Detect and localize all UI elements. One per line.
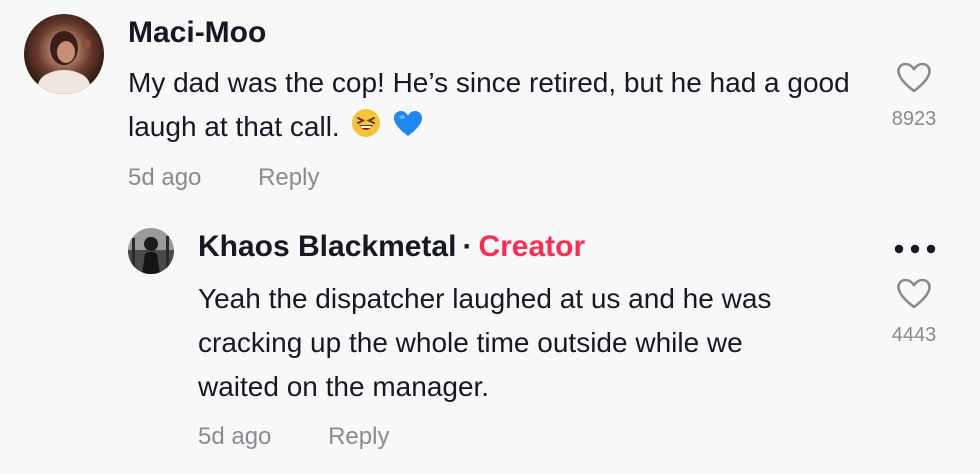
reply-button[interactable]: Reply: [258, 164, 319, 192]
reply-text-line: Yeah the dispatcher laughed at us and he…: [198, 283, 772, 314]
reply-button[interactable]: Reply: [328, 423, 389, 451]
more-options-button[interactable]: [893, 242, 937, 261]
avatar[interactable]: [128, 228, 174, 274]
like-count: 8923: [891, 108, 937, 130]
comment-age: 5d ago: [128, 164, 202, 191]
reply-age: 5d ago: [198, 423, 272, 450]
comment-text: My dad was the cop! He’s since retired, …: [128, 61, 868, 151]
like-button[interactable]: 8923: [878, 62, 950, 131]
grinning-squinting-face-icon: [351, 107, 381, 151]
avatar[interactable]: [24, 14, 104, 94]
reply-author-line: Khaos Blackmetal · Creator: [198, 230, 585, 264]
heart-outline-icon: [878, 278, 950, 310]
reply-text-line: cracking up the whole time outside while…: [198, 327, 743, 358]
heart-outline-icon: [878, 62, 950, 94]
creator-badge: Creator: [478, 230, 586, 263]
separator-dot: ·: [462, 230, 473, 263]
like-button[interactable]: 4443: [878, 278, 950, 347]
comment-meta: 5d ago Reply: [128, 164, 319, 192]
blue-heart-icon: [393, 107, 423, 151]
comment-text-body: My dad was the cop! He’s since retired, …: [128, 67, 850, 142]
comment-author[interactable]: Maci-Moo: [128, 16, 266, 50]
reply-text-line: waited on the manager.: [198, 371, 490, 402]
reply-meta: 5d ago Reply: [198, 423, 389, 451]
comment-author[interactable]: Khaos Blackmetal: [198, 230, 456, 263]
like-count: 4443: [891, 324, 937, 346]
reply-text: Yeah the dispatcher laughed at us and he…: [198, 277, 858, 409]
more-horizontal-icon: [893, 243, 937, 260]
